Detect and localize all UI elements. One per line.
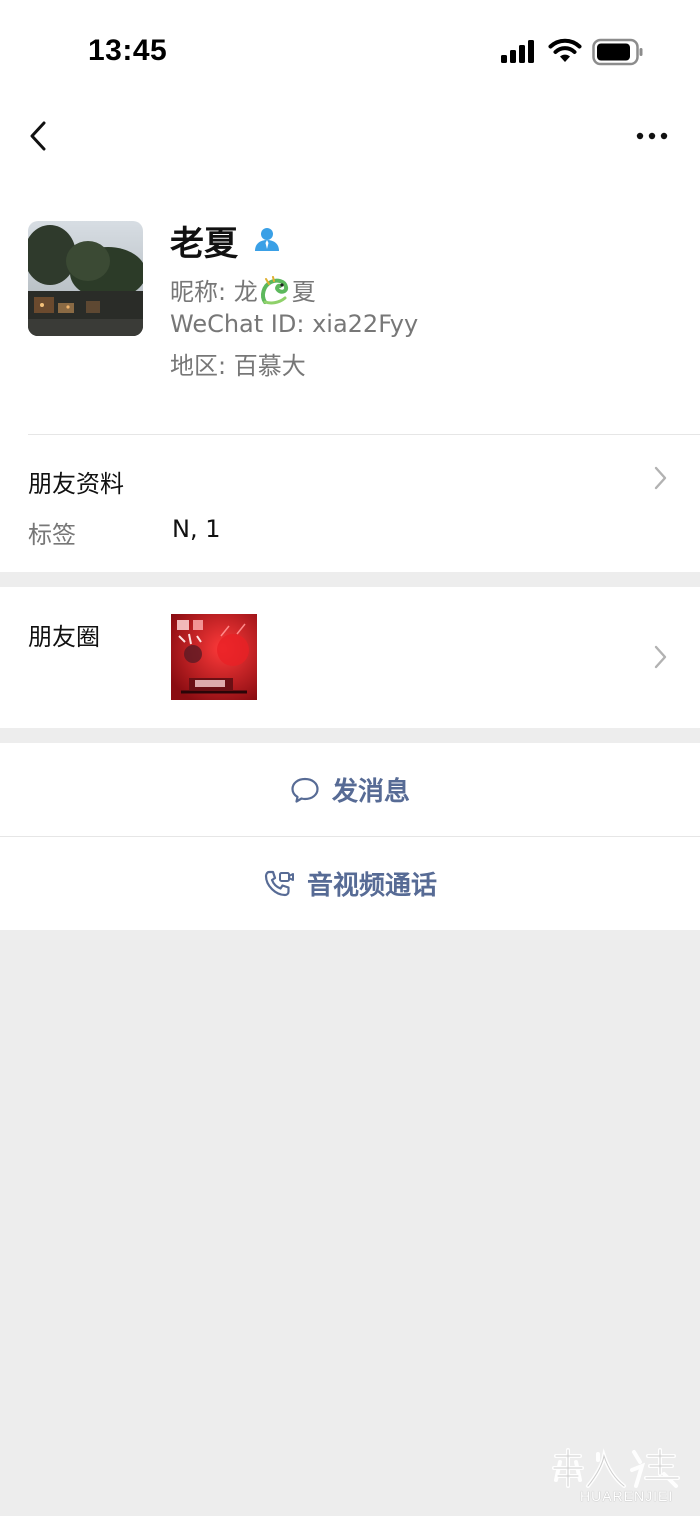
region-value: 百慕大 [233,352,306,380]
phone-video-icon [264,870,294,896]
video-call-label: 音视频通话 [306,871,437,901]
chevron-right-icon [654,645,667,669]
video-call-button[interactable]: 音视频通话 [0,837,700,930]
contact-name: 老夏 [170,224,238,264]
action-panel: 发消息 音视频通话 [0,743,700,930]
moments-row[interactable]: 朋友圈 [0,587,700,728]
nickname: 昵称: 龙 夏 [170,272,316,307]
avatar[interactable] [28,221,143,336]
moments-label: 朋友圈 [28,623,100,651]
more-options-icon[interactable] [630,124,674,148]
wechat-id: WeChat ID: xia22Fyy [170,310,418,338]
wechat-id-value: xia22Fyy [312,310,419,338]
nickname-text-pre: 龙 [233,278,258,306]
contact-person-icon [255,228,279,251]
send-message-label: 发消息 [331,777,410,807]
tag-value: N, 1 [172,515,221,543]
tag-label: 标签 [28,521,76,549]
cellular-signal-icon [501,40,534,63]
moments-photo-thumbnail [171,614,257,700]
nickname-text-post: 夏 [291,278,316,306]
back-chevron-icon[interactable] [24,116,54,156]
wechat-id-label: WeChat ID: [170,310,313,338]
wifi-icon [548,38,582,62]
battery-icon [592,38,643,66]
dragon-emoji-icon [260,276,288,305]
chat-bubble-icon [291,777,319,803]
status-bar: 13:45 [0,0,700,100]
nickname-label: 昵称: [170,278,234,306]
send-message-button[interactable]: 发消息 [0,743,700,836]
region: 地区: 百慕大 [170,346,306,381]
friend-info-row[interactable]: 朋友资料 [28,464,124,499]
chevron-right-icon [654,466,667,490]
region-label: 地区: [170,352,234,380]
status-time: 13:45 [88,34,168,67]
watermark-text: HUARENJIEI [580,1488,674,1504]
divider [28,434,700,435]
